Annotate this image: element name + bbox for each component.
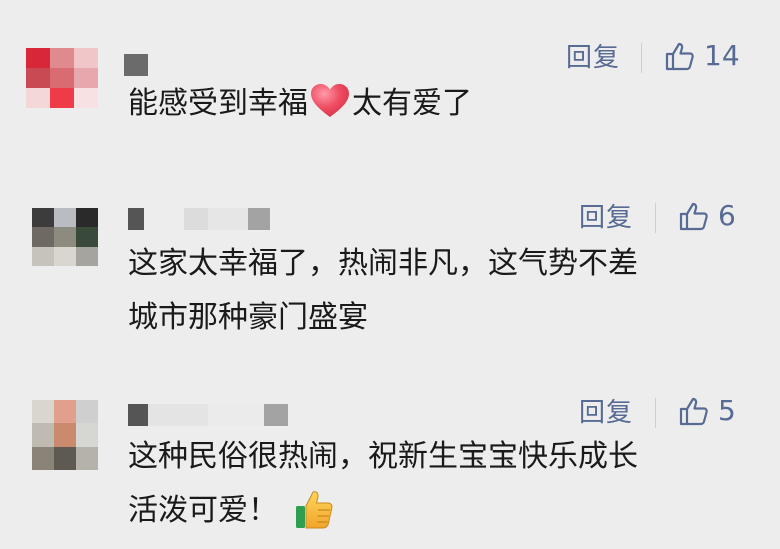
thumbs-up-emoji-icon [296,491,333,529]
avatar[interactable] [32,208,98,266]
comment-text-part: 活泼可爱！ [128,493,278,528]
comment-text: 能感受到幸福 太有爱了 [128,77,748,131]
comment-text-part: 太有爱了 [352,86,472,121]
comment-text-line: 活泼可爱！ [128,484,748,538]
comment-text-line: 这家太幸福了，热闹非凡，这气势不差 [128,246,638,281]
avatar[interactable] [26,48,98,108]
comment-text-line: 城市那种豪门盛宴 [128,300,368,335]
like-count: 6 [718,199,736,232]
divider [655,398,656,428]
like-button[interactable]: 6 [678,200,736,232]
comment-text-line: 这种民俗很热闹，祝新生宝宝快乐成长 [128,439,638,474]
heart-emoji-icon [311,84,349,117]
reply-button[interactable]: 回复 [579,400,633,426]
comment-text: 这家太幸福了，热闹非凡，这气势不差 城市那种豪门盛宴 [128,237,748,345]
like-count: 14 [704,39,740,72]
like-count: 5 [718,394,736,427]
thumbs-up-icon [679,397,708,426]
reply-button[interactable]: 回复 [566,45,620,71]
divider [655,203,656,233]
comment: 回复 5 这种民俗很热闹，祝新生宝宝快乐成长 活泼可爱！ [0,380,780,549]
divider [641,43,642,73]
avatar[interactable] [32,400,98,470]
comment-text: 这种民俗很热闹，祝新生宝宝快乐成长 活泼可爱！ [128,430,748,538]
username[interactable] [128,208,293,230]
reply-button[interactable]: 回复 [579,205,633,231]
thumbs-up-icon [679,202,708,231]
username[interactable] [124,54,148,76]
like-button[interactable]: 14 [664,40,740,72]
comment-list: 回复 14 能感受到幸福 太有爱了 回复 6 这家太幸福了，热闹非凡，这气势不差… [0,0,780,549]
username[interactable] [128,404,293,426]
comment-text-part: 能感受到幸福 [128,86,308,121]
thumbs-up-icon [665,42,694,71]
like-button[interactable]: 5 [678,395,736,427]
comment: 回复 14 能感受到幸福 太有爱了 [0,0,780,180]
comment: 回复 6 这家太幸福了，热闹非凡，这气势不差 城市那种豪门盛宴 [0,180,780,380]
